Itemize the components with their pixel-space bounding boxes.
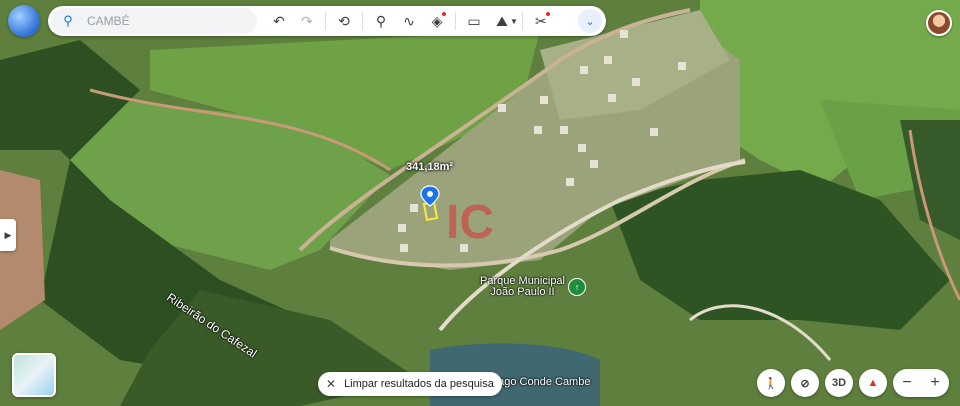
history-icon: ⟲ [338, 12, 350, 29]
zoom-out-button[interactable]: − [902, 374, 911, 392]
draw-path-button[interactable]: ∿ [395, 7, 423, 35]
expand-toolbar-button[interactable]: ⌄ [578, 9, 602, 33]
photo-icon: ⛰ [496, 12, 508, 29]
side-panel-toggle[interactable]: ▶ [0, 219, 16, 251]
toolbar-divider [521, 12, 523, 30]
toolbar-divider [455, 12, 456, 30]
satellite-map[interactable]: IC [0, 0, 960, 406]
layers-icon: ◈ [431, 12, 443, 29]
street-view-button[interactable]: 🚶 [757, 369, 785, 397]
redo-icon: ↷ [301, 12, 313, 29]
notification-dot [545, 12, 550, 16]
path-icon: ∿ [403, 12, 415, 29]
ruler-icon: ▭ [467, 12, 481, 29]
zoom-in-button[interactable]: + [930, 374, 939, 392]
map-style-thumbnail[interactable] [12, 353, 56, 397]
chevron-right-icon: ▶ [4, 229, 12, 240]
tools-button[interactable]: ✂ [527, 7, 555, 35]
chevron-down-icon: ⌄ [585, 15, 595, 28]
notification-dot [442, 12, 446, 16]
park-label-line2: João Paulo II [490, 286, 555, 298]
area-measurement-label: 341,18m² [406, 161, 454, 173]
undo-icon: ↶ [273, 12, 285, 29]
pegman-icon: 🚶 [764, 377, 778, 390]
recenter-icon: ⊘ [800, 377, 810, 390]
search-input[interactable] [85, 13, 249, 29]
toggle-3d-button[interactable]: 3D [825, 369, 853, 397]
zoom-control: − + [893, 369, 949, 397]
history-button[interactable]: ⟲ [330, 7, 358, 35]
measure-button[interactable]: ▭ [460, 7, 488, 35]
search-icon: ⚲ [63, 13, 73, 28]
clear-search-results-button[interactable]: ✕ Limpar resultados da pesquisa [318, 372, 502, 396]
tools-icon: ✂ [535, 12, 547, 29]
park-label[interactable]: Parque Municipal João Paulo II [480, 276, 565, 298]
park-pin-icon[interactable]: ↑ [568, 278, 586, 296]
app-logo-icon[interactable] [8, 5, 40, 37]
redo-button[interactable]: ↷ [293, 7, 321, 35]
account-avatar[interactable] [926, 10, 952, 36]
add-placemark-button[interactable]: ⚲ [367, 7, 395, 35]
layers-button[interactable]: ◈ [423, 7, 451, 35]
top-toolbar: ⚲ ↶ ↷ ⟲ ⚲ ∿ ◈ ▭ ⛰ ▼ ✂ ⌄ [48, 6, 606, 36]
clear-search-results-label: Limpar resultados da pesquisa [344, 378, 494, 390]
view-3d-label: 3D [831, 377, 847, 389]
toolbar-divider [325, 12, 326, 30]
lake-label: Lago Conde Cambe [492, 376, 591, 388]
undo-button[interactable]: ↶ [265, 7, 293, 35]
search-box[interactable]: ⚲ [51, 8, 257, 34]
recenter-button[interactable]: ⊘ [791, 369, 819, 397]
compass-button[interactable]: ▲ [859, 369, 887, 397]
toolbar-divider [362, 12, 363, 30]
close-icon: ✕ [326, 377, 337, 391]
placemark-icon: ⚲ [375, 12, 387, 29]
photos-button[interactable]: ⛰ [488, 7, 516, 35]
watermark-logo: IC [446, 196, 494, 249]
compass-icon: ▲ [867, 377, 879, 389]
